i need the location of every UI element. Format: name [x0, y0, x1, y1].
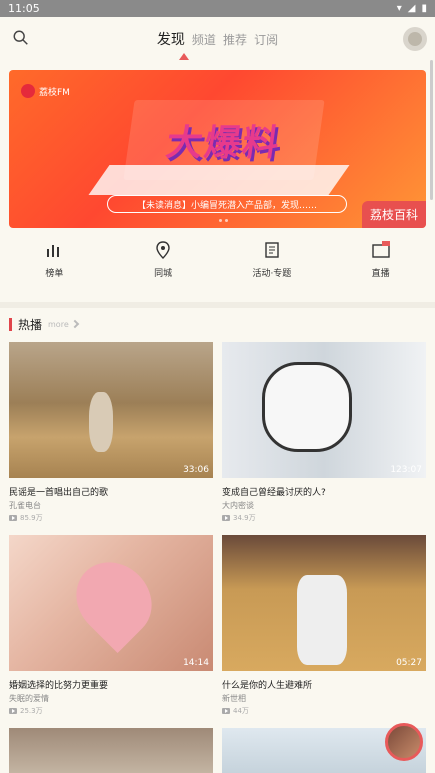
card-thumbnail[interactable]: 14:14	[9, 535, 213, 671]
card-plays: 44万	[222, 706, 426, 716]
card-duration: 14:14	[183, 658, 209, 668]
quick-nav-label: 直播	[371, 269, 390, 279]
section-divider	[0, 302, 435, 308]
status-icons: ▾ ◢ ▮	[397, 3, 427, 14]
top-header: 发现 频道 推荐 订阅	[0, 17, 435, 63]
card-author: 失眠的爱情	[9, 694, 49, 703]
promo-banner[interactable]: 荔枝FM 大爆料 【未读消息】小编冒死潜入产品部，发现…… 荔枝百科	[9, 70, 426, 228]
card-title: 什么是你的人生避难所	[222, 681, 313, 691]
card-duration: 05:27	[396, 658, 422, 668]
card-play-count: 85.9万	[20, 514, 43, 522]
section-more-link[interactable]: more	[48, 320, 69, 329]
thumbnail-figure	[262, 362, 352, 452]
lizhi-logo-icon	[21, 84, 35, 98]
thumbnail-heart	[60, 546, 168, 654]
banner-corner-tag: 荔枝百科	[361, 201, 426, 228]
chevron-right-icon[interactable]	[70, 319, 79, 329]
audio-card[interactable]: 33:06 民谣是一首唱出自己的歌 孔雀电台 85.9万	[9, 342, 213, 523]
card-thumbnail[interactable]: 05:27	[222, 535, 426, 671]
banner-caption: 【未读消息】小编冒死潜入产品部，发现……	[107, 195, 347, 213]
audio-card[interactable]: 14:14 婚姻选择的比努力更重要 失眠的爱情 25.3万	[9, 535, 213, 716]
now-playing-button[interactable]	[385, 723, 423, 761]
tab-recommend[interactable]: 推荐	[223, 33, 247, 47]
chart-icon	[47, 245, 60, 257]
card-play-count: 25.3万	[20, 707, 43, 715]
pagination-dot	[219, 219, 222, 222]
section-accent-bar	[9, 317, 12, 331]
audio-card[interactable]: 123:07 变成自己曾经最讨厌的人? 大内密谈 34.9万	[222, 342, 426, 523]
status-bar: 11:05 ▾ ◢ ▮	[0, 0, 435, 17]
play-count-icon	[222, 708, 230, 714]
banner-pagination	[219, 219, 228, 222]
tab-discover[interactable]: 发现	[157, 32, 185, 48]
quick-nav-label: 榜单	[45, 269, 64, 279]
tab-subscribe[interactable]: 订阅	[254, 33, 278, 47]
card-title: 变成自己曾经最讨厌的人?	[222, 488, 326, 498]
card-thumbnail[interactable]: 33:06	[9, 342, 213, 478]
live-icon	[371, 241, 390, 258]
tab-bar: 发现 频道 推荐 订阅	[0, 29, 435, 49]
quick-nav-label: 活动·专题	[252, 269, 292, 279]
quick-nav: 榜单 同城 活动·专题 直播	[0, 240, 435, 296]
card-play-count: 34.9万	[233, 514, 256, 522]
audio-card[interactable]: 05:27 什么是你的人生避难所 新世相 44万	[222, 535, 426, 716]
document-icon	[265, 242, 279, 258]
signal-icon: ◢	[407, 3, 416, 14]
quick-nav-local[interactable]: 同城	[123, 240, 203, 296]
play-count-icon	[222, 515, 230, 521]
audio-card[interactable]	[9, 728, 213, 773]
card-duration: 123:07	[390, 465, 422, 475]
card-title: 民谣是一首唱出自己的歌	[9, 488, 109, 498]
banner-headline: 大爆料	[123, 100, 325, 180]
battery-icon: ▮	[421, 3, 427, 14]
banner-logo-text: 荔枝FM	[39, 87, 70, 98]
status-time: 11:05	[8, 2, 40, 15]
banner-logo: 荔枝FM	[21, 84, 70, 98]
card-plays: 25.3万	[9, 706, 213, 716]
card-author: 新世相	[222, 694, 246, 703]
active-tab-indicator	[179, 53, 189, 60]
card-author: 大内密谈	[222, 501, 254, 510]
card-thumbnail[interactable]: 123:07	[222, 342, 426, 478]
card-play-count: 44万	[233, 707, 249, 715]
section-header: 热播 more	[9, 316, 79, 332]
card-plays: 34.9万	[222, 513, 426, 523]
card-title: 婚姻选择的比努力更重要	[9, 681, 109, 691]
avatar-image	[408, 32, 422, 46]
card-plays: 85.9万	[9, 513, 213, 523]
card-duration: 33:06	[183, 465, 209, 475]
quick-nav-rankings[interactable]: 榜单	[14, 240, 94, 296]
scrollbar[interactable]	[430, 60, 433, 200]
card-author: 孔雀电台	[9, 501, 41, 510]
wifi-icon: ▾	[396, 3, 402, 14]
thumbnail-figure	[89, 392, 113, 452]
location-icon	[156, 241, 170, 259]
tab-channel[interactable]: 频道	[192, 33, 216, 47]
card-thumbnail[interactable]	[9, 728, 213, 773]
quick-nav-live[interactable]: 直播	[341, 240, 421, 296]
pagination-dot	[225, 219, 228, 222]
quick-nav-events[interactable]: 活动·专题	[232, 240, 312, 296]
play-count-icon	[9, 515, 17, 521]
play-count-icon	[9, 708, 17, 714]
section-title: 热播	[18, 317, 43, 332]
user-avatar[interactable]	[403, 27, 427, 51]
quick-nav-label: 同城	[154, 269, 173, 279]
thumbnail-figure	[297, 575, 347, 665]
